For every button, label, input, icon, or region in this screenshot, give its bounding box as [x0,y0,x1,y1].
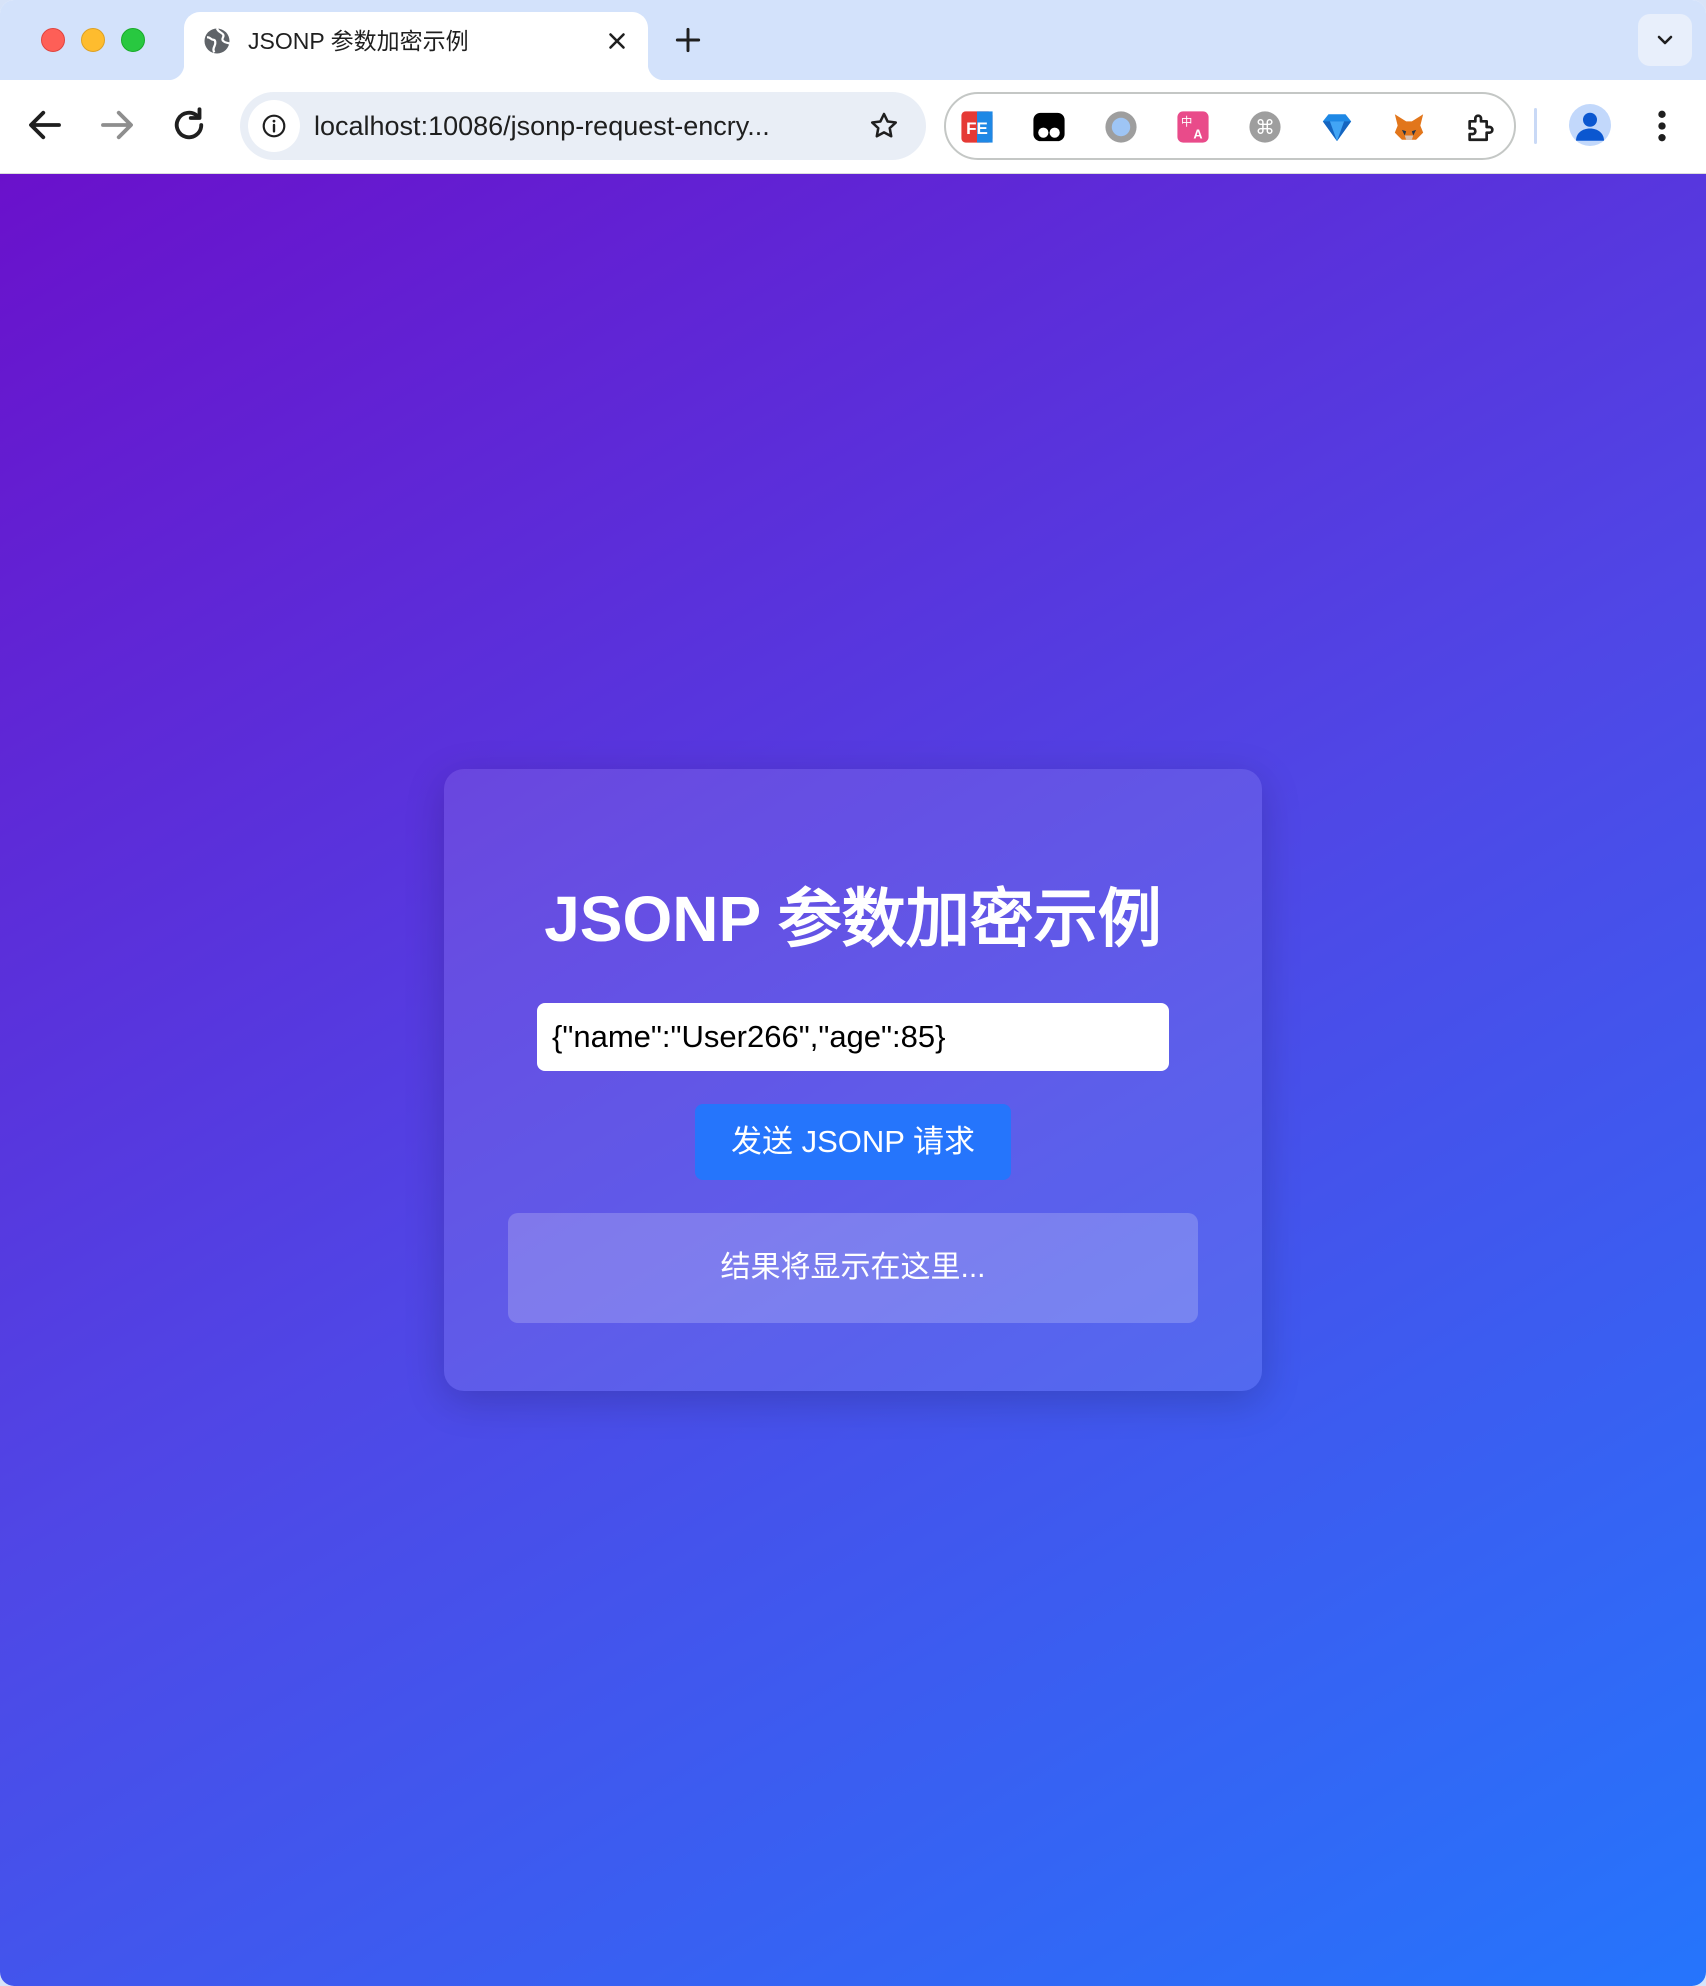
close-tab-icon[interactable] [604,28,630,54]
result-panel: 结果将显示在这里... [508,1213,1198,1323]
demo-card: JSONP 参数加密示例 发送 JSONP 请求 结果将显示在这里... [444,769,1262,1391]
metamask-fox-icon[interactable] [1392,110,1426,144]
profile-avatar[interactable] [1569,104,1611,146]
json-params-input[interactable] [537,1003,1169,1071]
page-title: JSONP 参数加密示例 [544,883,1162,955]
toolbar-separator [1534,108,1537,144]
person-icon [1576,112,1604,141]
tampermonkey-icon[interactable] [1032,110,1066,144]
close-window-button[interactable] [41,28,65,52]
minimize-window-button[interactable] [81,28,105,52]
fe-helper-icon[interactable]: FE [960,110,994,144]
url-text: localhost:10086/jsonp-request-encry... [314,111,770,141]
puzzle-extensions-icon[interactable] [1464,110,1498,144]
info-icon [262,114,286,138]
tab-title: JSONP 参数加密示例 [248,28,469,54]
page-content: JSONP 参数加密示例 发送 JSONP 请求 结果将显示在这里... [0,174,1706,1986]
svg-text:A: A [1193,126,1202,141]
site-info-button[interactable] [248,100,300,152]
address-bar[interactable]: localhost:10086/jsonp-request-encry... [240,92,926,160]
svg-text:⌘: ⌘ [1255,116,1275,139]
reload-icon[interactable] [168,104,210,146]
translate-icon[interactable]: 中 A [1176,110,1210,144]
browser-toolbar: localhost:10086/jsonp-request-encry... F… [0,80,1706,174]
svg-text:FE: FE [966,119,988,138]
browser-window: JSONP 参数加密示例 localhost:10086/jsonp-reque… [0,0,1706,1986]
command-icon[interactable]: ⌘ [1248,110,1282,144]
svg-text:中: 中 [1181,115,1192,129]
globe-icon [204,28,231,54]
result-text: 结果将显示在这里... [720,1251,986,1284]
extensions-group: FE 中 A ⌘ [944,92,1516,160]
new-tab-plus-icon[interactable] [672,24,704,56]
active-tab[interactable]: JSONP 参数加密示例 [168,12,664,80]
chevron-down-icon [1657,35,1673,45]
send-jsonp-button[interactable]: 发送 JSONP 请求 [695,1104,1011,1180]
forward-arrow-icon[interactable] [96,104,138,146]
diamond-extension-icon[interactable] [1320,110,1354,144]
tab-strip: JSONP 参数加密示例 [0,0,1706,80]
circle-extension-icon[interactable] [1104,110,1138,144]
maximize-window-button[interactable] [121,28,145,52]
back-arrow-icon[interactable] [24,104,66,146]
tab-search-button[interactable] [1638,14,1692,66]
bookmark-star-icon[interactable] [868,110,900,142]
more-menu-icon[interactable] [1648,106,1676,146]
